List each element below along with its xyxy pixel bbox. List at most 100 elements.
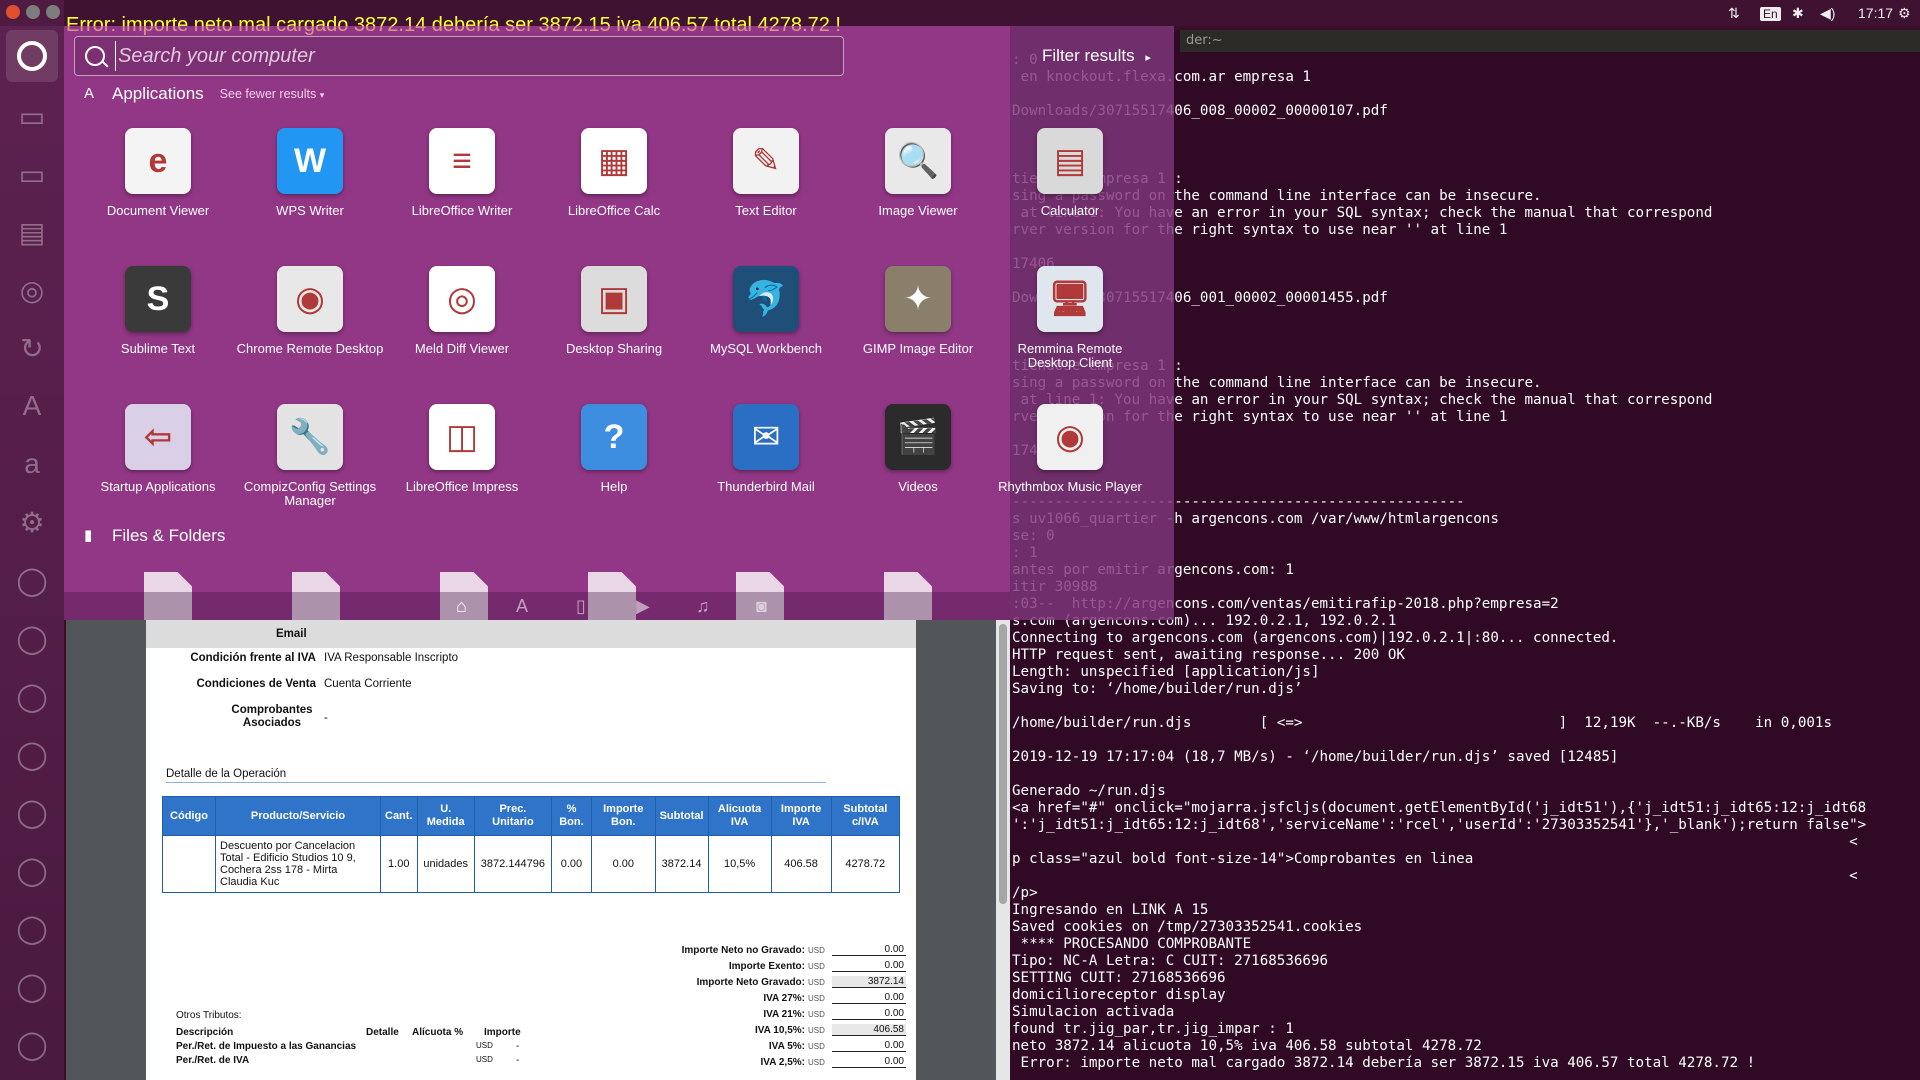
app-launcher-item[interactable]: ▣ Desktop Sharing	[538, 266, 690, 356]
launcher: ▭ ▭ ▤ ◎ ↻ A a ⚙ ◯ ◯ ◯ ◯ ◯ ◯ ◯ ◯ ◯	[0, 0, 64, 1080]
video-lens-icon[interactable]: ▶	[636, 596, 650, 617]
launcher-app-5[interactable]: ◯	[6, 786, 58, 838]
gimp-icon: ✦	[885, 266, 951, 332]
total-currency: USD	[808, 1025, 825, 1035]
terminal-line: Simulacion activada	[1012, 1004, 1175, 1020]
app-launcher-item[interactable]: ⇦ Startup Applications	[82, 404, 234, 494]
calc-icon: ▦	[581, 128, 647, 194]
cell-importe-iva: 406.58	[770, 835, 832, 893]
app-launcher-item[interactable]: ◉ Rhythmbox Music Player	[994, 404, 1146, 494]
pdf-viewer-window[interactable]: Email Condición frente al IVA IVA Respon…	[66, 620, 1010, 1080]
launcher-amazon[interactable]: a	[6, 438, 58, 490]
dash-home-button[interactable]	[6, 30, 58, 82]
desktop-sharing-icon: ▣	[581, 266, 647, 332]
network-icon[interactable]: ⇅	[1728, 0, 1740, 26]
terminal-line: Error: importe neto mal cargado 3872.14 …	[1012, 1055, 1756, 1071]
keyboard-layout-indicator[interactable]: En	[1760, 0, 1781, 26]
chrome-icon: ◎	[19, 274, 45, 306]
condiciones-venta-label: Condiciones de Venta	[196, 678, 317, 690]
otros-column-header: Importe	[484, 1027, 521, 1038]
terminal-line: 2019-12-19 17:17:04 (18,7 MB/s) - ‘/home…	[1012, 749, 1619, 765]
launcher-app-2[interactable]: ◯	[6, 612, 58, 664]
startup-applications-icon: ⇦	[125, 404, 191, 470]
search-box[interactable]	[74, 36, 844, 76]
launcher-software-updater[interactable]: ↻	[6, 322, 58, 374]
launcher-app-4[interactable]: ◯	[6, 728, 58, 780]
total-label: IVA 5%:	[768, 1040, 805, 1052]
pdf-scroll-thumb[interactable]	[999, 624, 1007, 904]
app-launcher-item[interactable]: 🐬 MySQL Workbench	[690, 266, 842, 356]
meld-icon: ◎	[429, 266, 495, 332]
condicion-iva-label: Condición frente al IVA	[190, 652, 316, 664]
app-launcher-item[interactable]: ◫ LibreOffice Impress	[386, 404, 538, 494]
bluetooth-icon[interactable]: ✱	[1792, 0, 1804, 26]
cell-subtotal-civa: 4278.72	[830, 835, 901, 893]
app-launcher-item[interactable]: ? Help	[538, 404, 690, 494]
app-launcher-item[interactable]: 🔧 CompizConfig Settings Manager	[234, 404, 386, 508]
launcher-app-7[interactable]: ◯	[6, 902, 58, 954]
app-label: Document Viewer	[106, 203, 210, 218]
app-launcher-item[interactable]: 🔍 Image Viewer	[842, 128, 994, 218]
files-lens-icon[interactable]: ▯	[576, 596, 586, 617]
app-launcher-item[interactable]: ▦ LibreOffice Calc	[538, 128, 690, 218]
total-label: IVA 27%:	[763, 992, 805, 1004]
sublime-text-icon: S	[125, 266, 191, 332]
app-launcher-item[interactable]: ✉ Thunderbird Mail	[690, 404, 842, 494]
cell-subtotal: 3872.14	[654, 835, 709, 893]
app-label: LibreOffice Calc	[567, 203, 661, 218]
filter-results-button[interactable]: Filter results ▸	[1042, 46, 1151, 66]
launcher-files[interactable]: ▤	[6, 206, 58, 258]
minimize-window-button[interactable]	[26, 5, 40, 19]
ubuntu-logo-icon	[17, 41, 47, 71]
terminal-line: /home/builder/run.djs [ <=> ] 12,19K --.…	[1012, 715, 1832, 731]
launcher-terminal-2[interactable]: ▭	[6, 148, 58, 200]
photo-lens-icon[interactable]: ◙	[756, 596, 767, 617]
terminal-line: Ingresando en LINK A 15	[1012, 902, 1209, 918]
document-viewer-icon: e	[125, 128, 191, 194]
launcher-terminal-1[interactable]: ▭	[6, 90, 58, 142]
app-launcher-item[interactable]: ≡ LibreOffice Writer	[386, 128, 538, 218]
column-header: Importe Bon.	[591, 796, 656, 836]
app-label: Desktop Sharing	[565, 341, 663, 356]
impress-icon: ◫	[429, 404, 495, 470]
total-label: Importe Neto Gravado:	[696, 976, 805, 988]
app-launcher-item[interactable]: S Sublime Text	[82, 266, 234, 356]
search-input[interactable]	[115, 41, 820, 71]
app-launcher-item[interactable]: 🖥 Remmina Remote Desktop Client	[994, 266, 1146, 370]
launcher-chrome[interactable]: ◎	[6, 264, 58, 316]
launcher-app-8[interactable]: ◯	[6, 960, 58, 1012]
clock[interactable]: 17:17	[1858, 0, 1893, 26]
music-lens-icon[interactable]: ♫	[696, 596, 710, 617]
terminal-line: neto 3872.14 alicuota 10,5% iva 406.58 s…	[1012, 1038, 1482, 1054]
terminal-icon: ▭	[18, 100, 46, 132]
gear-icon[interactable]: ⚙	[1898, 0, 1911, 26]
launcher-app-9[interactable]: ◯	[6, 1018, 58, 1070]
launcher-app-6[interactable]: ◯	[6, 844, 58, 896]
total-value: 3872.14	[832, 976, 906, 988]
pdf-scrollbar[interactable]	[996, 620, 1010, 1080]
app-launcher-item[interactable]: ◉ Chrome Remote Desktop	[234, 266, 386, 356]
home-lens-icon[interactable]: ⌂	[456, 596, 467, 617]
otros-tributos-block: Otros Tributos: Descripción Detalle Alícuo…	[176, 1010, 544, 1066]
files-folders-heading: ▮ Files & Folders	[84, 526, 225, 546]
maximize-window-button[interactable]	[46, 5, 60, 19]
keyboard-layout-text: En	[1760, 7, 1781, 21]
app-launcher-item[interactable]: W WPS Writer	[234, 128, 386, 218]
launcher-app-3[interactable]: ◯	[6, 670, 58, 722]
launcher-software-center[interactable]: A	[6, 380, 58, 432]
applications-lens-icon[interactable]: A	[516, 596, 528, 617]
volume-icon[interactable]: ◀)	[1820, 0, 1835, 26]
app-launcher-item[interactable]: ◎ Meld Diff Viewer	[386, 266, 538, 356]
app-launcher-item[interactable]: ▤ Calculator	[994, 128, 1146, 218]
app-launcher-item[interactable]: e Document Viewer	[82, 128, 234, 218]
app-launcher-item[interactable]: ✦ GIMP Image Editor	[842, 266, 994, 356]
launcher-settings[interactable]: ⚙	[6, 496, 58, 548]
app-launcher-item[interactable]: 🎬 Videos	[842, 404, 994, 494]
close-window-button[interactable]	[6, 5, 20, 19]
app-launcher-item[interactable]: ✎ Text Editor	[690, 128, 842, 218]
see-fewer-results-link[interactable]: See fewer results ▾	[220, 87, 325, 101]
launcher-app-1[interactable]: ◯	[6, 554, 58, 606]
app-label: Startup Applications	[100, 479, 216, 494]
total-row: Importe Neto no Gravado: USD 0.00	[666, 942, 906, 958]
otros-row: Per./Ret. de IVA USD -	[176, 1055, 544, 1066]
